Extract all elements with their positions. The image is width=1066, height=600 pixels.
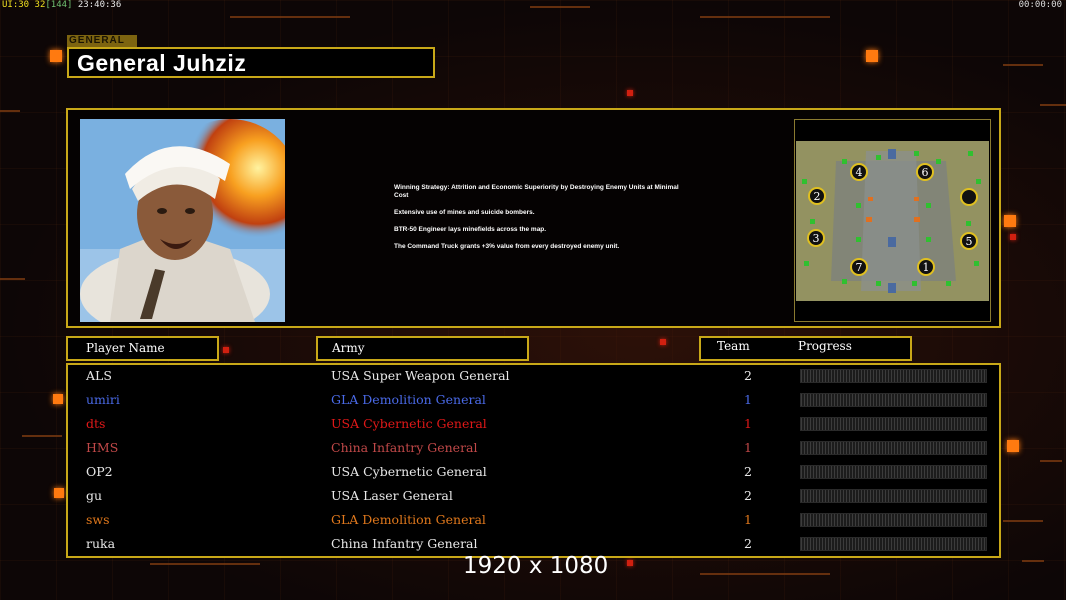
strategy-text: Winning Strategy: Attrition and Economic… <box>394 184 694 260</box>
deco-dot <box>627 560 633 566</box>
player-name: umiri <box>86 392 120 407</box>
clock-readout: 23:40:36 <box>77 0 122 10</box>
general-title: General Juhziz <box>77 50 247 76</box>
deco-dot <box>866 50 878 62</box>
deco-line <box>1040 104 1066 106</box>
player-progress-bar <box>800 441 987 455</box>
player-row: HMS China Infantry General 1 <box>68 438 999 462</box>
deco-line <box>230 16 350 18</box>
player-name: sws <box>86 512 110 527</box>
deco-line <box>700 16 830 18</box>
deco-line <box>0 278 25 280</box>
player-army: GLA Demolition General <box>331 392 486 407</box>
player-army: GLA Demolition General <box>331 512 486 527</box>
player-name: ruka <box>86 536 116 551</box>
resolution-label: 1920 x 1080 <box>463 553 609 579</box>
minimap-frame: 4 6 2 3 5 7 1 <box>794 119 991 322</box>
team-header: Team <box>717 339 750 353</box>
player-row: OP2 USA Cybernetic General 2 <box>68 462 999 486</box>
player-progress-bar <box>800 489 987 503</box>
player-team: 2 <box>744 536 752 551</box>
fps-limit-readout: 32 <box>34 0 46 10</box>
minimap-slot-4: 4 <box>856 166 863 179</box>
player-row: sws GLA Demolition General 1 <box>68 510 999 534</box>
player-army: USA Super Weapon General <box>331 368 510 383</box>
player-progress-bar <box>800 513 987 527</box>
player-team: 1 <box>744 440 752 455</box>
minimap[interactable]: 4 6 2 3 5 7 1 <box>796 141 989 301</box>
deco-dot <box>1007 440 1019 452</box>
player-army: China Infantry General <box>331 536 478 551</box>
debug-status-bar: UI:30 32[144] 23:40:36 <box>2 0 121 10</box>
deco-line <box>1040 460 1062 462</box>
deco-dot <box>50 50 62 62</box>
general-portrait <box>80 119 285 322</box>
team-progress-header: Team Progress <box>699 336 912 361</box>
minimap-image: 4 6 2 3 5 7 1 <box>796 141 989 301</box>
player-team: 1 <box>744 392 752 407</box>
strategy-line-4: The Command Truck grants +3% value from … <box>394 243 620 250</box>
general-info-panel: Winning Strategy: Attrition and Economic… <box>66 108 1001 328</box>
deco-line <box>150 563 260 565</box>
strategy-line-2: Extensive use of mines and suicide bombe… <box>394 209 535 216</box>
deco-dot <box>223 347 229 353</box>
minimap-slot-3: 3 <box>813 232 820 245</box>
player-team: 2 <box>744 488 752 503</box>
player-progress-bar <box>800 417 987 431</box>
portrait-image <box>80 119 285 322</box>
player-name: OP2 <box>86 464 113 479</box>
deco-line <box>530 6 590 8</box>
minimap-slot-7: 7 <box>856 261 863 274</box>
player-row: gu USA Laser General 2 <box>68 486 999 510</box>
minimap-slot-6: 6 <box>922 166 929 179</box>
minimap-slot-1: 1 <box>923 261 930 274</box>
player-row: umiri GLA Demolition General 1 <box>68 390 999 414</box>
deco-dot <box>1004 215 1016 227</box>
deco-dot <box>627 90 633 96</box>
player-name: dts <box>86 416 106 431</box>
deco-dot <box>660 339 666 345</box>
player-army: USA Cybernetic General <box>331 464 487 479</box>
minimap-slot-5: 5 <box>966 235 973 248</box>
player-row: dts USA Cybernetic General 1 <box>68 414 999 438</box>
player-table: ALS USA Super Weapon General 2 umiri GLA Dem… <box>66 363 1001 558</box>
player-name: HMS <box>86 440 119 455</box>
deco-line <box>22 435 62 437</box>
fps-readout: 30 <box>18 0 30 10</box>
player-name: ALS <box>86 368 112 383</box>
deco-line <box>700 573 830 575</box>
general-title-box: General Juhziz <box>67 47 435 78</box>
player-progress-bar <box>800 537 987 551</box>
strategy-line-3: BTR-50 Engineer lays minefields across t… <box>394 226 547 233</box>
player-progress-bar <box>800 369 987 383</box>
strategy-line-1: Winning Strategy: Attrition and Economic… <box>394 184 679 199</box>
minimap-slot-2: 2 <box>814 190 821 203</box>
ui-label: UI: <box>2 0 19 10</box>
player-team: 2 <box>744 368 752 383</box>
player-team: 1 <box>744 416 752 431</box>
player-army: China Infantry General <box>331 440 478 455</box>
player-team: 1 <box>744 512 752 527</box>
deco-line <box>1022 560 1044 562</box>
player-army: USA Laser General <box>331 488 453 503</box>
player-army: USA Cybernetic General <box>331 416 487 431</box>
deco-line <box>1003 64 1043 66</box>
deco-line <box>0 110 20 112</box>
progress-header: Progress <box>798 339 852 353</box>
deco-dot <box>54 488 64 498</box>
frame-readout: [144] <box>45 0 73 10</box>
general-tag: GENERAL <box>67 35 137 47</box>
player-name-header: Player Name <box>66 336 219 361</box>
deco-line <box>1003 520 1043 522</box>
player-team: 2 <box>744 464 752 479</box>
player-row: ALS USA Super Weapon General 2 <box>68 366 999 390</box>
player-name: gu <box>86 488 103 503</box>
game-timer: 00:00:00 <box>1018 0 1062 10</box>
player-progress-bar <box>800 465 987 479</box>
army-header: Army <box>316 336 529 361</box>
deco-dot <box>1010 234 1016 240</box>
player-progress-bar <box>800 393 987 407</box>
deco-dot <box>53 394 63 404</box>
